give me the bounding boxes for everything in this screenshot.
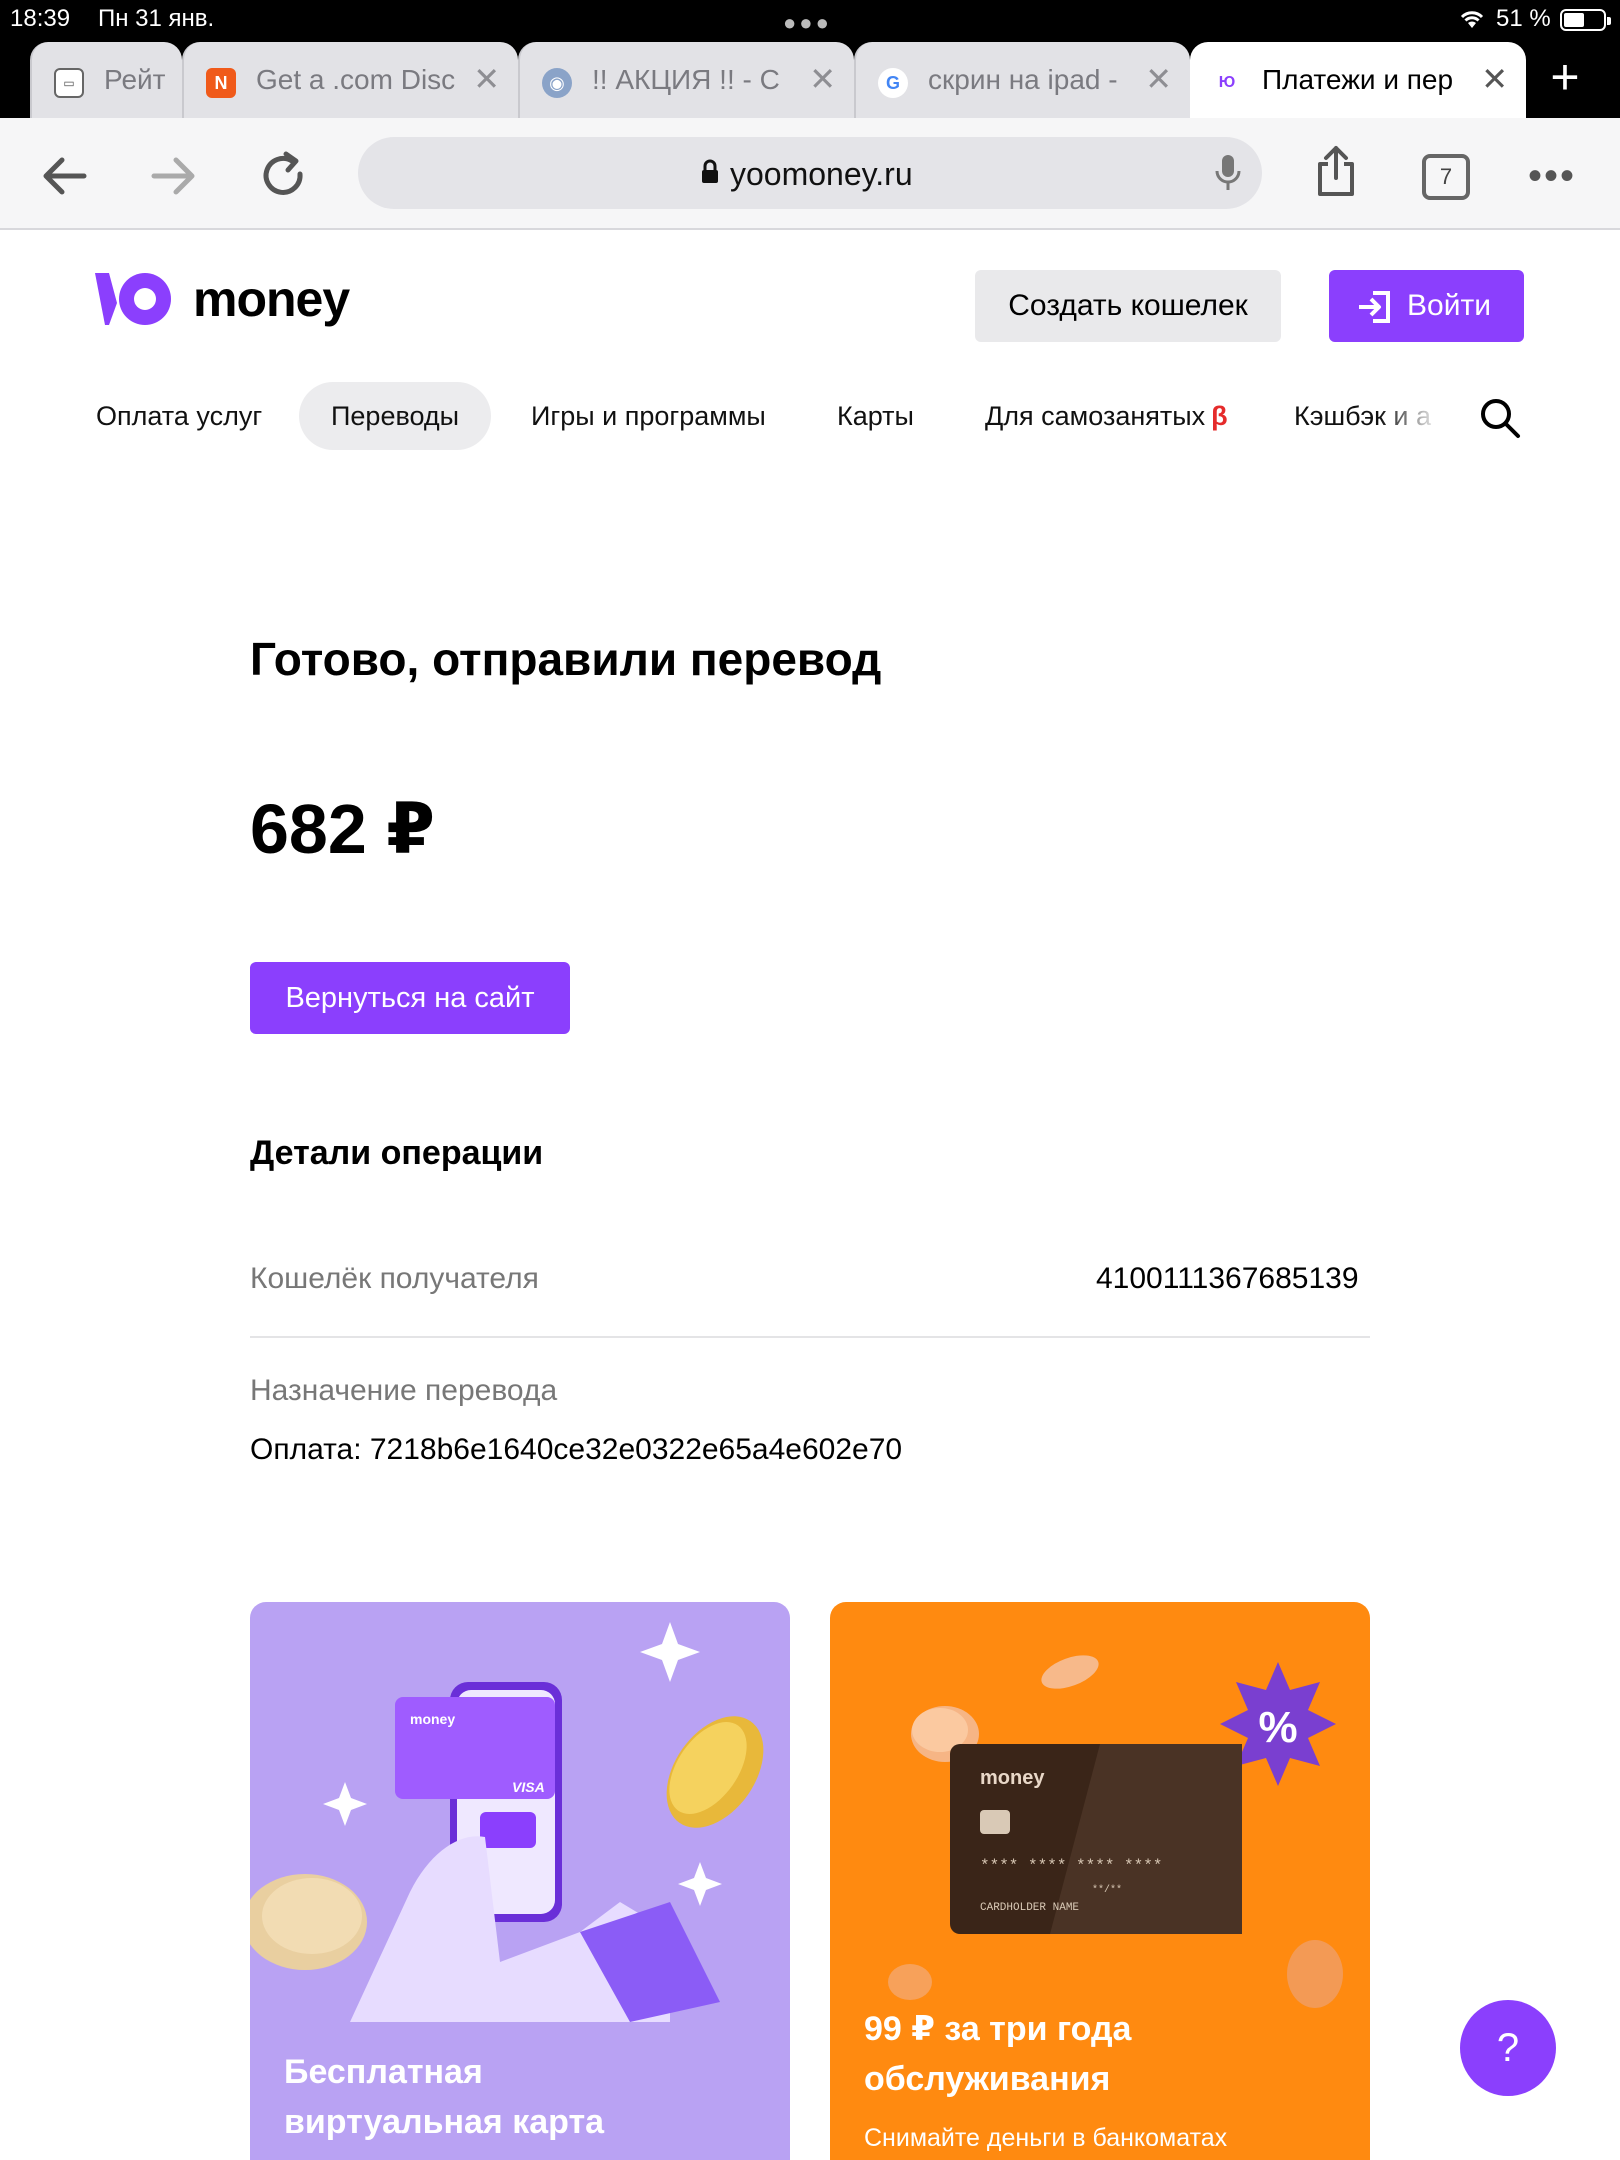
login-icon xyxy=(1359,291,1390,323)
close-tab-icon[interactable]: ✕ xyxy=(1145,60,1172,98)
browser-tab[interactable]: N Get a .com Disc ✕ xyxy=(182,42,518,118)
menu-item-cards[interactable]: Карты xyxy=(837,382,914,450)
menu-fade xyxy=(1380,382,1440,450)
percent-badge-text: % xyxy=(1258,1703,1297,1752)
promo-card-virtual-card[interactable]: money VISA Бесплатная виртуальная карта xyxy=(250,1602,790,2160)
browser-tab[interactable]: ◉ !! АКЦИЯ !! - C ✕ xyxy=(518,42,854,118)
beta-badge: β xyxy=(1211,401,1228,431)
close-tab-icon[interactable]: ✕ xyxy=(809,60,836,98)
login-label: Войти xyxy=(1407,289,1491,322)
details-title: Детали операции xyxy=(250,1134,544,1172)
promo-title-line2: обслуживания xyxy=(864,2060,1111,2098)
tab-title: Платежи и пер xyxy=(1262,64,1454,95)
status-time: 18:39 xyxy=(10,5,71,32)
yoomoney-icon: Ю xyxy=(1212,68,1242,98)
battery-percent: 51 % xyxy=(1496,5,1551,32)
card-brand-text: money xyxy=(410,1711,455,1727)
address-bar[interactable]: yoomoney.ru xyxy=(358,137,1262,209)
tab-title: !! АКЦИЯ !! - C xyxy=(592,64,780,95)
new-tab-icon[interactable]: + xyxy=(1540,52,1590,104)
promo-title-line1: Бесплатная xyxy=(284,2053,483,2091)
namecheap-icon: N xyxy=(206,68,236,98)
microphone-icon[interactable] xyxy=(1214,153,1242,193)
battery-icon xyxy=(1560,9,1611,31)
multitasking-dots[interactable]: ●●● xyxy=(783,10,832,36)
yoomoney-logo[interactable]: money xyxy=(95,268,350,330)
menu-item-games[interactable]: Игры и программы xyxy=(531,382,766,450)
reload-icon[interactable] xyxy=(256,148,312,204)
wifi-icon xyxy=(1460,11,1484,28)
login-button[interactable]: Войти xyxy=(1329,270,1524,342)
share-icon[interactable] xyxy=(1308,144,1364,200)
create-wallet-button[interactable]: Создать кошелек xyxy=(975,270,1281,342)
visa-text: VISA xyxy=(512,1779,545,1795)
tab-strip: ▭ Рейт N Get a .com Disc ✕ ◉ !! АКЦИЯ !!… xyxy=(0,40,1620,118)
status-date: Пн 31 янв. xyxy=(98,5,215,32)
transfer-amount: 682 ₽ xyxy=(250,790,435,868)
status-bar: 18:39 Пн 31 янв. ●●● 51 % xyxy=(0,0,1620,40)
menu-item-self-employed[interactable]: Для самозанятых β xyxy=(985,382,1228,450)
tab-title: скрин на ipad - xyxy=(928,64,1118,95)
browser-tab[interactable]: G скрин на ipad - ✕ xyxy=(854,42,1190,118)
tab-title: Get a .com Disc xyxy=(256,64,456,95)
menu-item-services[interactable]: Оплата услуг xyxy=(96,382,262,450)
purpose-label: Назначение перевода xyxy=(250,1374,558,1407)
recipient-value: 4100111367685139 xyxy=(1096,1262,1359,1295)
close-tab-icon[interactable]: ✕ xyxy=(473,60,500,98)
card-expiry-text: **/** xyxy=(1092,1884,1122,1896)
yoomoney-logo-icon xyxy=(95,273,171,325)
url-text: yoomoney.ru xyxy=(730,156,913,192)
bank-card-illustration: % money **** **** **** **** **/** CARDHO… xyxy=(888,1655,1343,2008)
promo-subtitle: Снимайте деньги в банкоматах xyxy=(864,2124,1228,2152)
back-arrow-icon[interactable] xyxy=(36,148,92,204)
browser-tab-active[interactable]: Ю Платежи и пер ✕ xyxy=(1190,42,1526,118)
google-icon: G xyxy=(878,68,908,98)
logo-text: money xyxy=(193,271,350,327)
recipient-label: Кошелёк получателя xyxy=(250,1262,539,1295)
promo-card-service[interactable]: % money **** **** **** **** **/** CARDHO… xyxy=(830,1602,1370,2160)
search-icon[interactable] xyxy=(1478,396,1522,440)
tab-title: Рейт xyxy=(104,64,166,95)
browser-toolbar: yoomoney.ru 7 ••• xyxy=(0,118,1620,230)
globe-icon: ◉ xyxy=(542,68,572,98)
card-brand-text: money xyxy=(980,1767,1045,1789)
browser-tab[interactable]: ▭ Рейт xyxy=(30,42,182,118)
menu-item-transfers[interactable]: Переводы xyxy=(299,382,492,450)
promo-title-line2: виртуальная карта xyxy=(284,2103,605,2141)
close-tab-icon[interactable]: ✕ xyxy=(1481,60,1508,98)
virtual-card-illustration: money VISA xyxy=(250,1622,764,2022)
lock-icon xyxy=(702,159,718,183)
help-button[interactable]: ? xyxy=(1460,2000,1556,2096)
card-holder-text: CARDHOLDER NAME xyxy=(980,1902,1079,1914)
menu-item-label: Для самозанятых xyxy=(985,401,1206,431)
promo-title-line1: 99 ₽ за три года xyxy=(864,2010,1132,2048)
forward-arrow-icon[interactable] xyxy=(146,148,202,204)
main-menu: Оплата услуг Переводы Игры и программы К… xyxy=(0,382,1440,450)
more-icon[interactable]: ••• xyxy=(1528,154,1576,199)
chat-icon: ▭ xyxy=(54,68,84,98)
page-title: Готово, отправили перевод xyxy=(250,633,882,685)
card-number-text: **** **** **** **** xyxy=(980,1857,1162,1875)
divider xyxy=(250,1336,1370,1338)
tabs-count-button[interactable]: 7 xyxy=(1422,154,1470,200)
purpose-value: Оплата: 7218b6e1640ce32e0322e65a4e602e70 xyxy=(250,1433,903,1466)
return-to-site-button[interactable]: Вернуться на сайт xyxy=(250,962,570,1034)
